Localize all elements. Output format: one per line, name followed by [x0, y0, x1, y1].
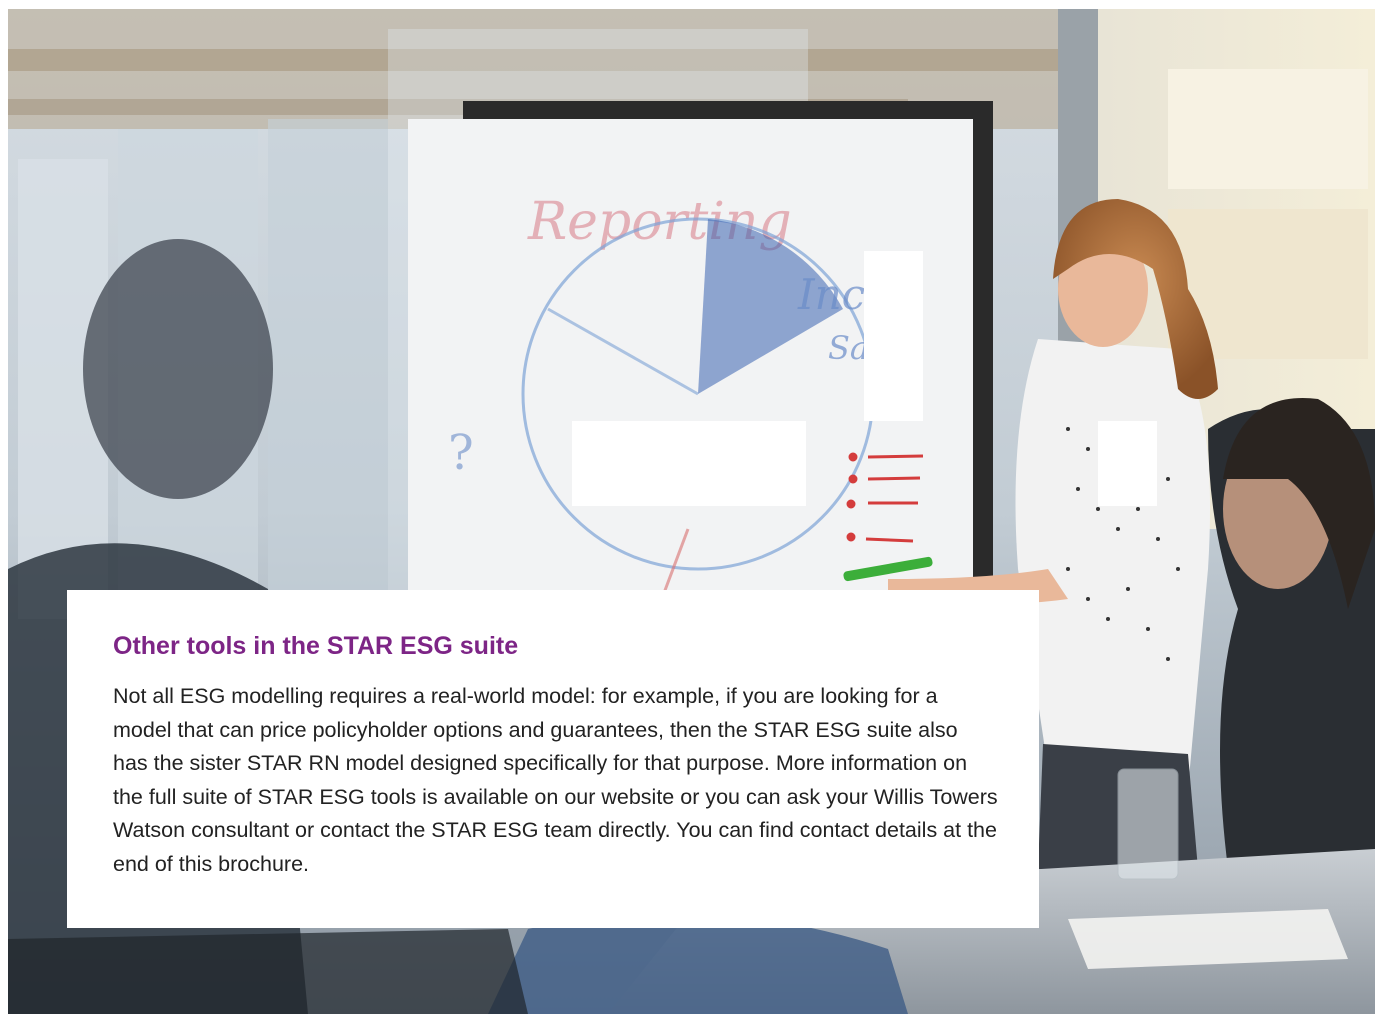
section-heading: Other tools in the STAR ESG suite: [113, 632, 519, 660]
brochure-page: Reporting Incr Sa ? Other tools in the S…: [0, 0, 1375, 1014]
redaction-block: [864, 251, 923, 421]
redaction-block: [572, 421, 806, 506]
body-paragraph: Not all ESG modelling requires a real-wo…: [113, 684, 998, 876]
redaction-block: [1098, 421, 1157, 506]
svg-text:?: ?: [448, 425, 474, 481]
svg-text:Sa: Sa: [828, 329, 869, 367]
info-card: Other tools in the STAR ESG suite Not al…: [67, 590, 1039, 928]
